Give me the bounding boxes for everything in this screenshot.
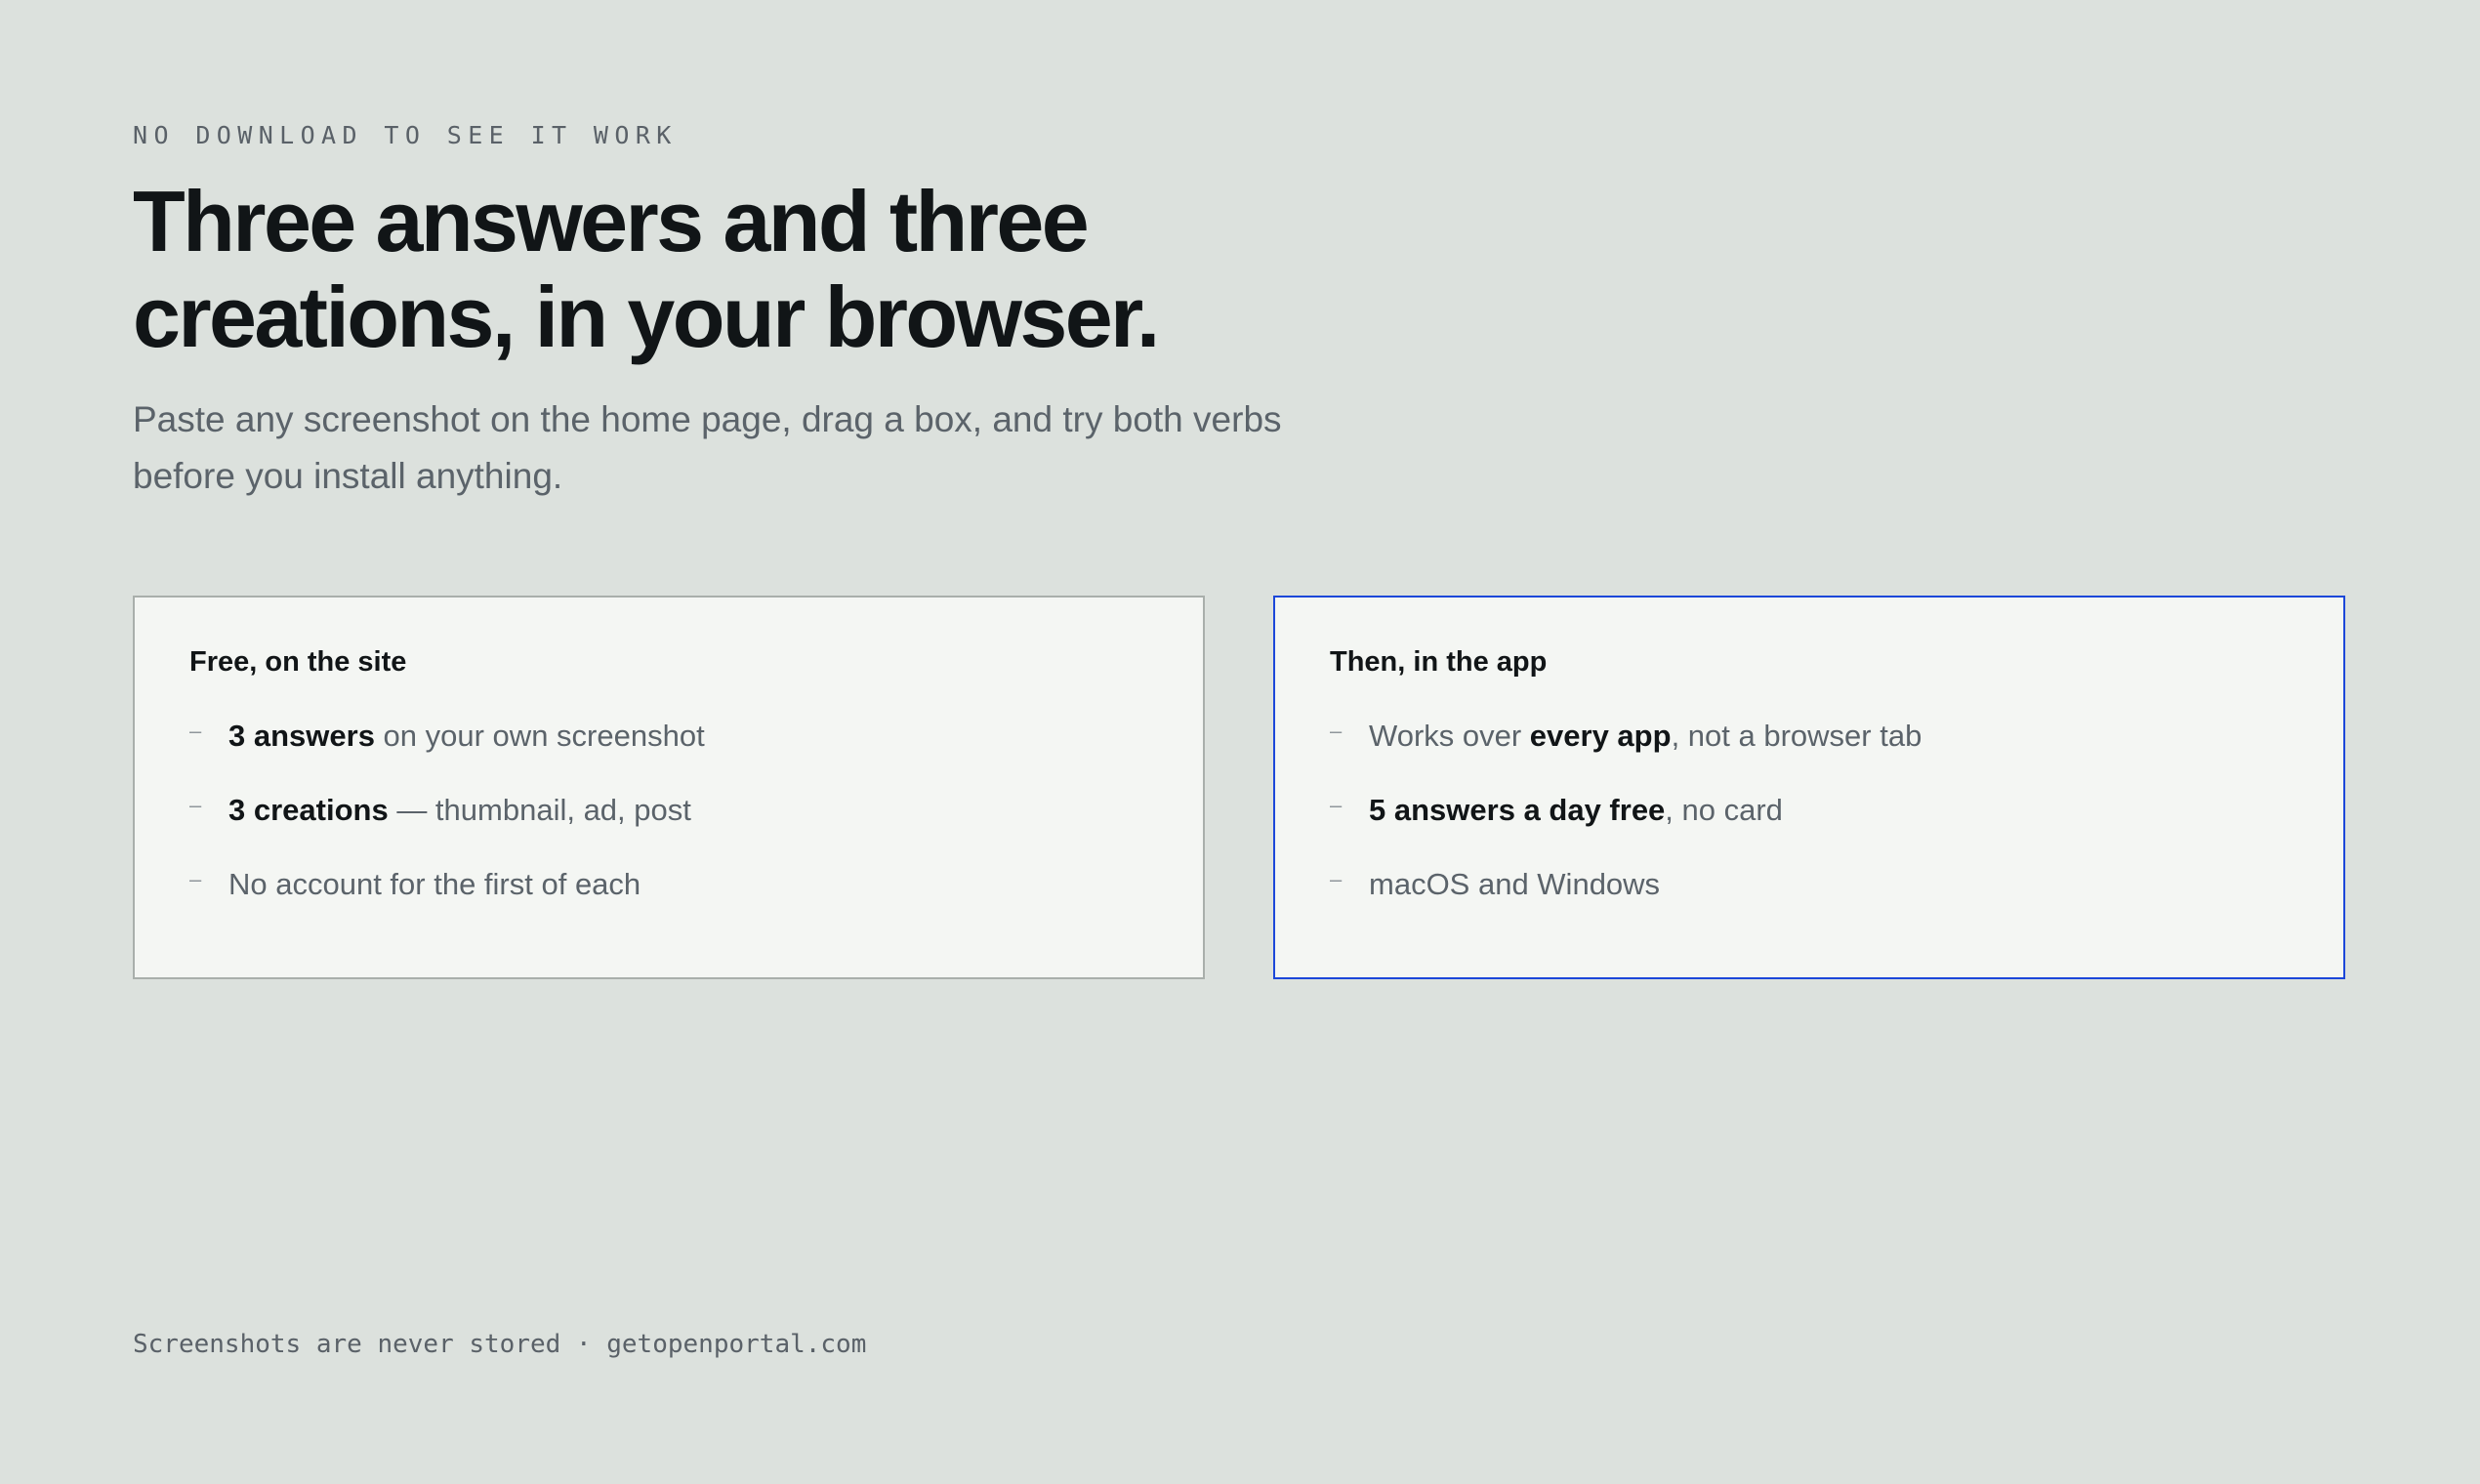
dash-bullet-icon: – [1330,867,1343,891]
list-item-text: 5 answers a day free, no card [1369,793,1783,827]
list-item-text: Works over every app, not a browser tab [1369,719,1922,753]
footer-note: Screenshots are never stored · getopenpo… [133,1330,867,1359]
list-item-text: 3 answers on your own screenshot [228,719,705,753]
eyebrow-label: NO DOWNLOAD TO SEE IT WORK [133,121,678,149]
dash-bullet-icon: – [189,719,202,743]
in-the-app-card: Then, in the app – Works over every app,… [1273,596,2345,979]
list-item-text: 3 creations — thumbnail, ad, post [228,793,691,827]
list-item-text: No account for the first of each [228,867,641,901]
page-subtitle-line-2: before you install anything. [133,456,563,496]
dash-bullet-icon: – [189,867,202,891]
page-subtitle-line-1: Paste any screenshot on the home page, d… [133,399,1282,439]
dash-bullet-icon: – [1330,793,1343,817]
free-on-site-card: Free, on the site – 3 answers on your ow… [133,596,1205,979]
page-subtitle: Paste any screenshot on the home page, d… [133,392,1343,505]
page-title-line-2: creations, in your browser. [133,268,1160,365]
dash-bullet-icon: – [1330,719,1343,743]
app-card-title: Then, in the app [1330,646,1548,678]
free-card-title: Free, on the site [189,646,407,678]
dash-bullet-icon: – [189,793,202,817]
page-title-line-1: Three answers and three [133,173,1090,269]
page-title: Three answers and three creations, in yo… [133,174,1500,365]
list-item-text: macOS and Windows [1369,867,1661,901]
